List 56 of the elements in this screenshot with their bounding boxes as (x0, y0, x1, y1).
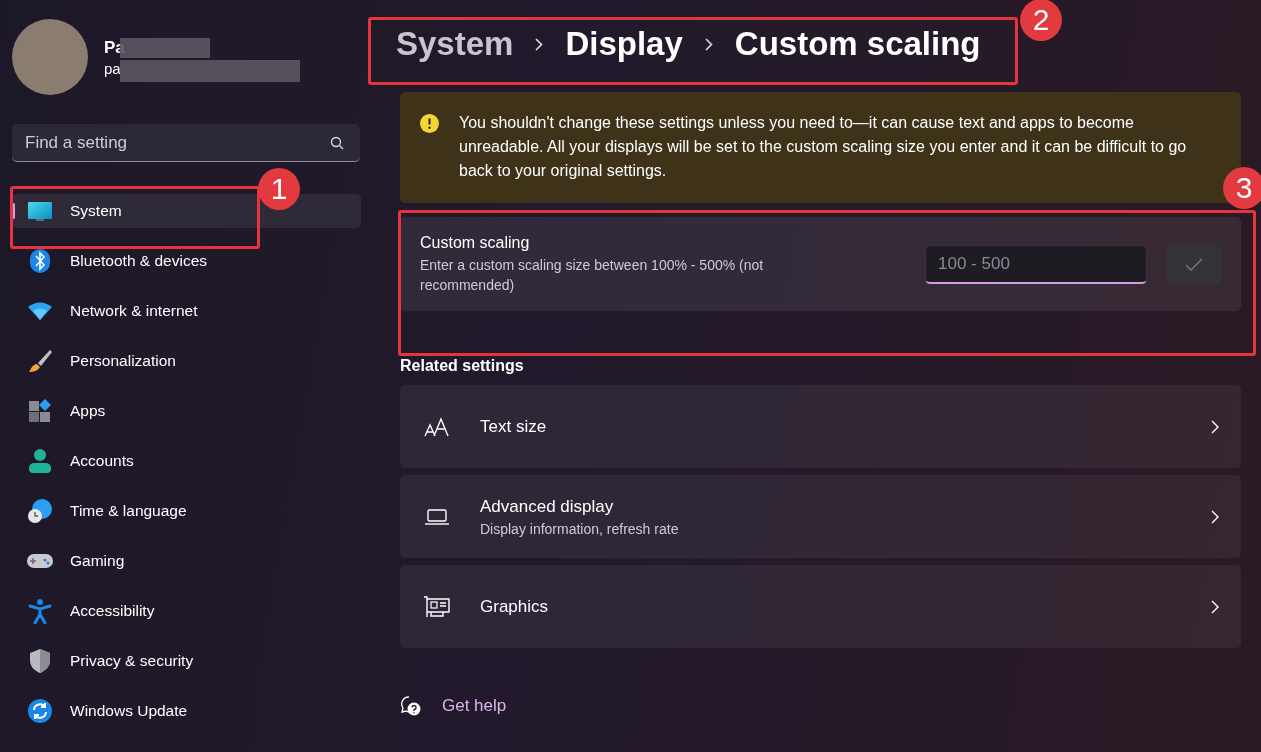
setting-title: Custom scaling (420, 233, 531, 252)
breadcrumb-item[interactable]: Custom scaling (734, 25, 981, 63)
search-icon (330, 136, 344, 150)
graphics-card-icon (423, 595, 451, 618)
warning-icon (420, 114, 439, 133)
monitor-icon (27, 200, 53, 222)
annotation-number: 2 (1020, 0, 1062, 41)
settings-link-card[interactable]: Graphics (400, 565, 1241, 648)
gamepad-icon (26, 551, 54, 571)
annotation-number: 1 (258, 168, 300, 210)
nav-item[interactable]: Accessibility (12, 594, 361, 628)
paintbrush-icon (27, 348, 53, 374)
input-field[interactable]: 100 - 500 (925, 244, 1147, 284)
nav-item[interactable]: Apps (12, 394, 361, 428)
get-help-link[interactable]: Get help (442, 696, 507, 716)
nav-item[interactable]: Network & internet (12, 294, 361, 328)
settings-link-card[interactable]: Advanced display Display information, refresh rate (400, 475, 1241, 558)
card-subtitle: Display information, refresh rate (480, 520, 680, 537)
text-size-icon (424, 415, 450, 438)
laptop-icon (424, 507, 450, 526)
section-heading: Related settings (400, 357, 525, 375)
nav-item[interactable]: Gaming (12, 544, 361, 578)
person-icon (28, 448, 52, 474)
nav-item[interactable]: Privacy & security (12, 644, 361, 678)
card-title: Graphics (480, 596, 550, 617)
nav-item[interactable]: Time & language (12, 494, 361, 528)
chevron-right-icon (1211, 509, 1219, 524)
search-field[interactable]: Find a setting (12, 124, 360, 162)
annotation-number: 3 (1223, 167, 1261, 209)
refresh-icon (27, 698, 53, 724)
breadcrumb-item[interactable]: Display (565, 25, 683, 63)
accessibility-icon (28, 598, 52, 624)
card-title: Text size (480, 416, 548, 437)
globe-clock-icon (27, 498, 53, 524)
nav-item[interactable]: Bluetooth & devices (12, 244, 361, 278)
chevron-right-icon (1211, 419, 1219, 434)
nav-item[interactable]: Windows Update (12, 694, 361, 728)
nav-item[interactable]: Personalization (12, 344, 361, 378)
user-email: pa (104, 59, 122, 77)
selection-indicator (12, 203, 15, 219)
nav-item[interactable]: Accounts (12, 444, 361, 478)
chevron-right-icon (704, 37, 713, 51)
checkmark-icon (1184, 257, 1203, 271)
user-name: Pa (104, 37, 125, 58)
chevron-right-icon (535, 37, 544, 51)
shield-icon (28, 648, 52, 674)
setting-description: Enter a custom scaling size between 100% - 500% (not recommended) (420, 255, 765, 295)
chevron-right-icon (1211, 599, 1219, 614)
card-title: Advanced display (480, 496, 615, 517)
warning-text: You shouldn't change these settings unless you need to—it can cause text and apps to become unreadable. All your displays will be set to the custom scaling size you enter and it can be difficult to go back to your original settings. (459, 113, 1188, 181)
breadcrumb-item[interactable]: System (396, 25, 514, 63)
help-icon (400, 695, 422, 717)
wifi-icon (27, 301, 53, 321)
bluetooth-icon (29, 248, 51, 274)
apps-icon (27, 398, 53, 424)
settings-link-card[interactable]: Text size (400, 385, 1241, 468)
